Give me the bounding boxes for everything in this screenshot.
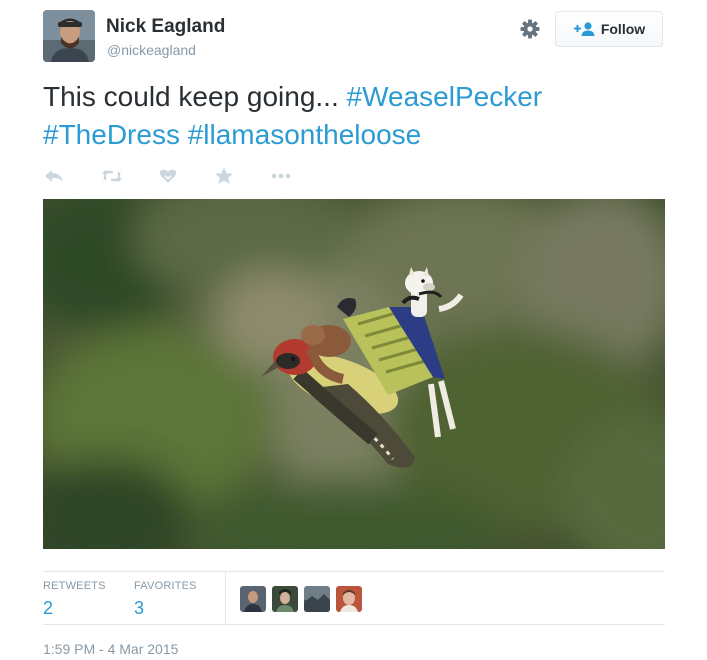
stats-top-divider — [43, 571, 665, 572]
stats-bottom-divider — [43, 624, 665, 625]
retweets-stat[interactable]: RETWEETS 2 — [43, 580, 106, 619]
hashtag-link[interactable]: #WeaselPecker — [347, 81, 543, 112]
author-handle[interactable]: @nickeagland — [107, 42, 196, 58]
photo-illustration — [43, 199, 665, 549]
favoriter-avatar[interactable] — [304, 586, 330, 612]
follow-button[interactable]: Follow — [555, 11, 663, 47]
more-icon[interactable] — [269, 166, 291, 186]
favorites-count[interactable]: 3 — [134, 598, 197, 619]
tweet-text-plain: This could keep going... — [43, 81, 347, 112]
reply-icon[interactable] — [43, 166, 65, 186]
author-avatar[interactable] — [43, 10, 95, 62]
avatar-image — [43, 10, 95, 62]
tweet-media-image[interactable] — [43, 199, 665, 549]
tweet-text: This could keep going... #WeaselPecker #… — [43, 78, 673, 154]
tweet-timestamp[interactable]: 1:59 PM - 4 Mar 2015 — [43, 641, 178, 657]
retweet-icon[interactable] — [101, 166, 123, 186]
add-user-icon — [573, 22, 595, 36]
favorites-stat[interactable]: FAVORITES 3 — [134, 580, 197, 619]
retweets-count[interactable]: 2 — [43, 598, 106, 619]
stats-separator — [225, 572, 226, 624]
hashtag-link[interactable]: #llamasontheloose — [188, 119, 422, 150]
follow-label: Follow — [600, 21, 646, 37]
retweets-label: RETWEETS — [43, 580, 106, 592]
favoriter-avatar[interactable] — [336, 586, 362, 612]
favorites-label: FAVORITES — [134, 580, 197, 592]
favoriter-avatars — [240, 586, 362, 612]
hashtag-link[interactable]: #TheDress — [43, 119, 180, 150]
favoriter-avatar[interactable] — [272, 586, 298, 612]
star-icon[interactable] — [213, 166, 235, 186]
author-name[interactable]: Nick Eagland — [106, 16, 225, 38]
favoriter-avatar[interactable] — [240, 586, 266, 612]
heart-icon[interactable] — [157, 166, 179, 186]
gear-icon[interactable] — [519, 18, 541, 40]
